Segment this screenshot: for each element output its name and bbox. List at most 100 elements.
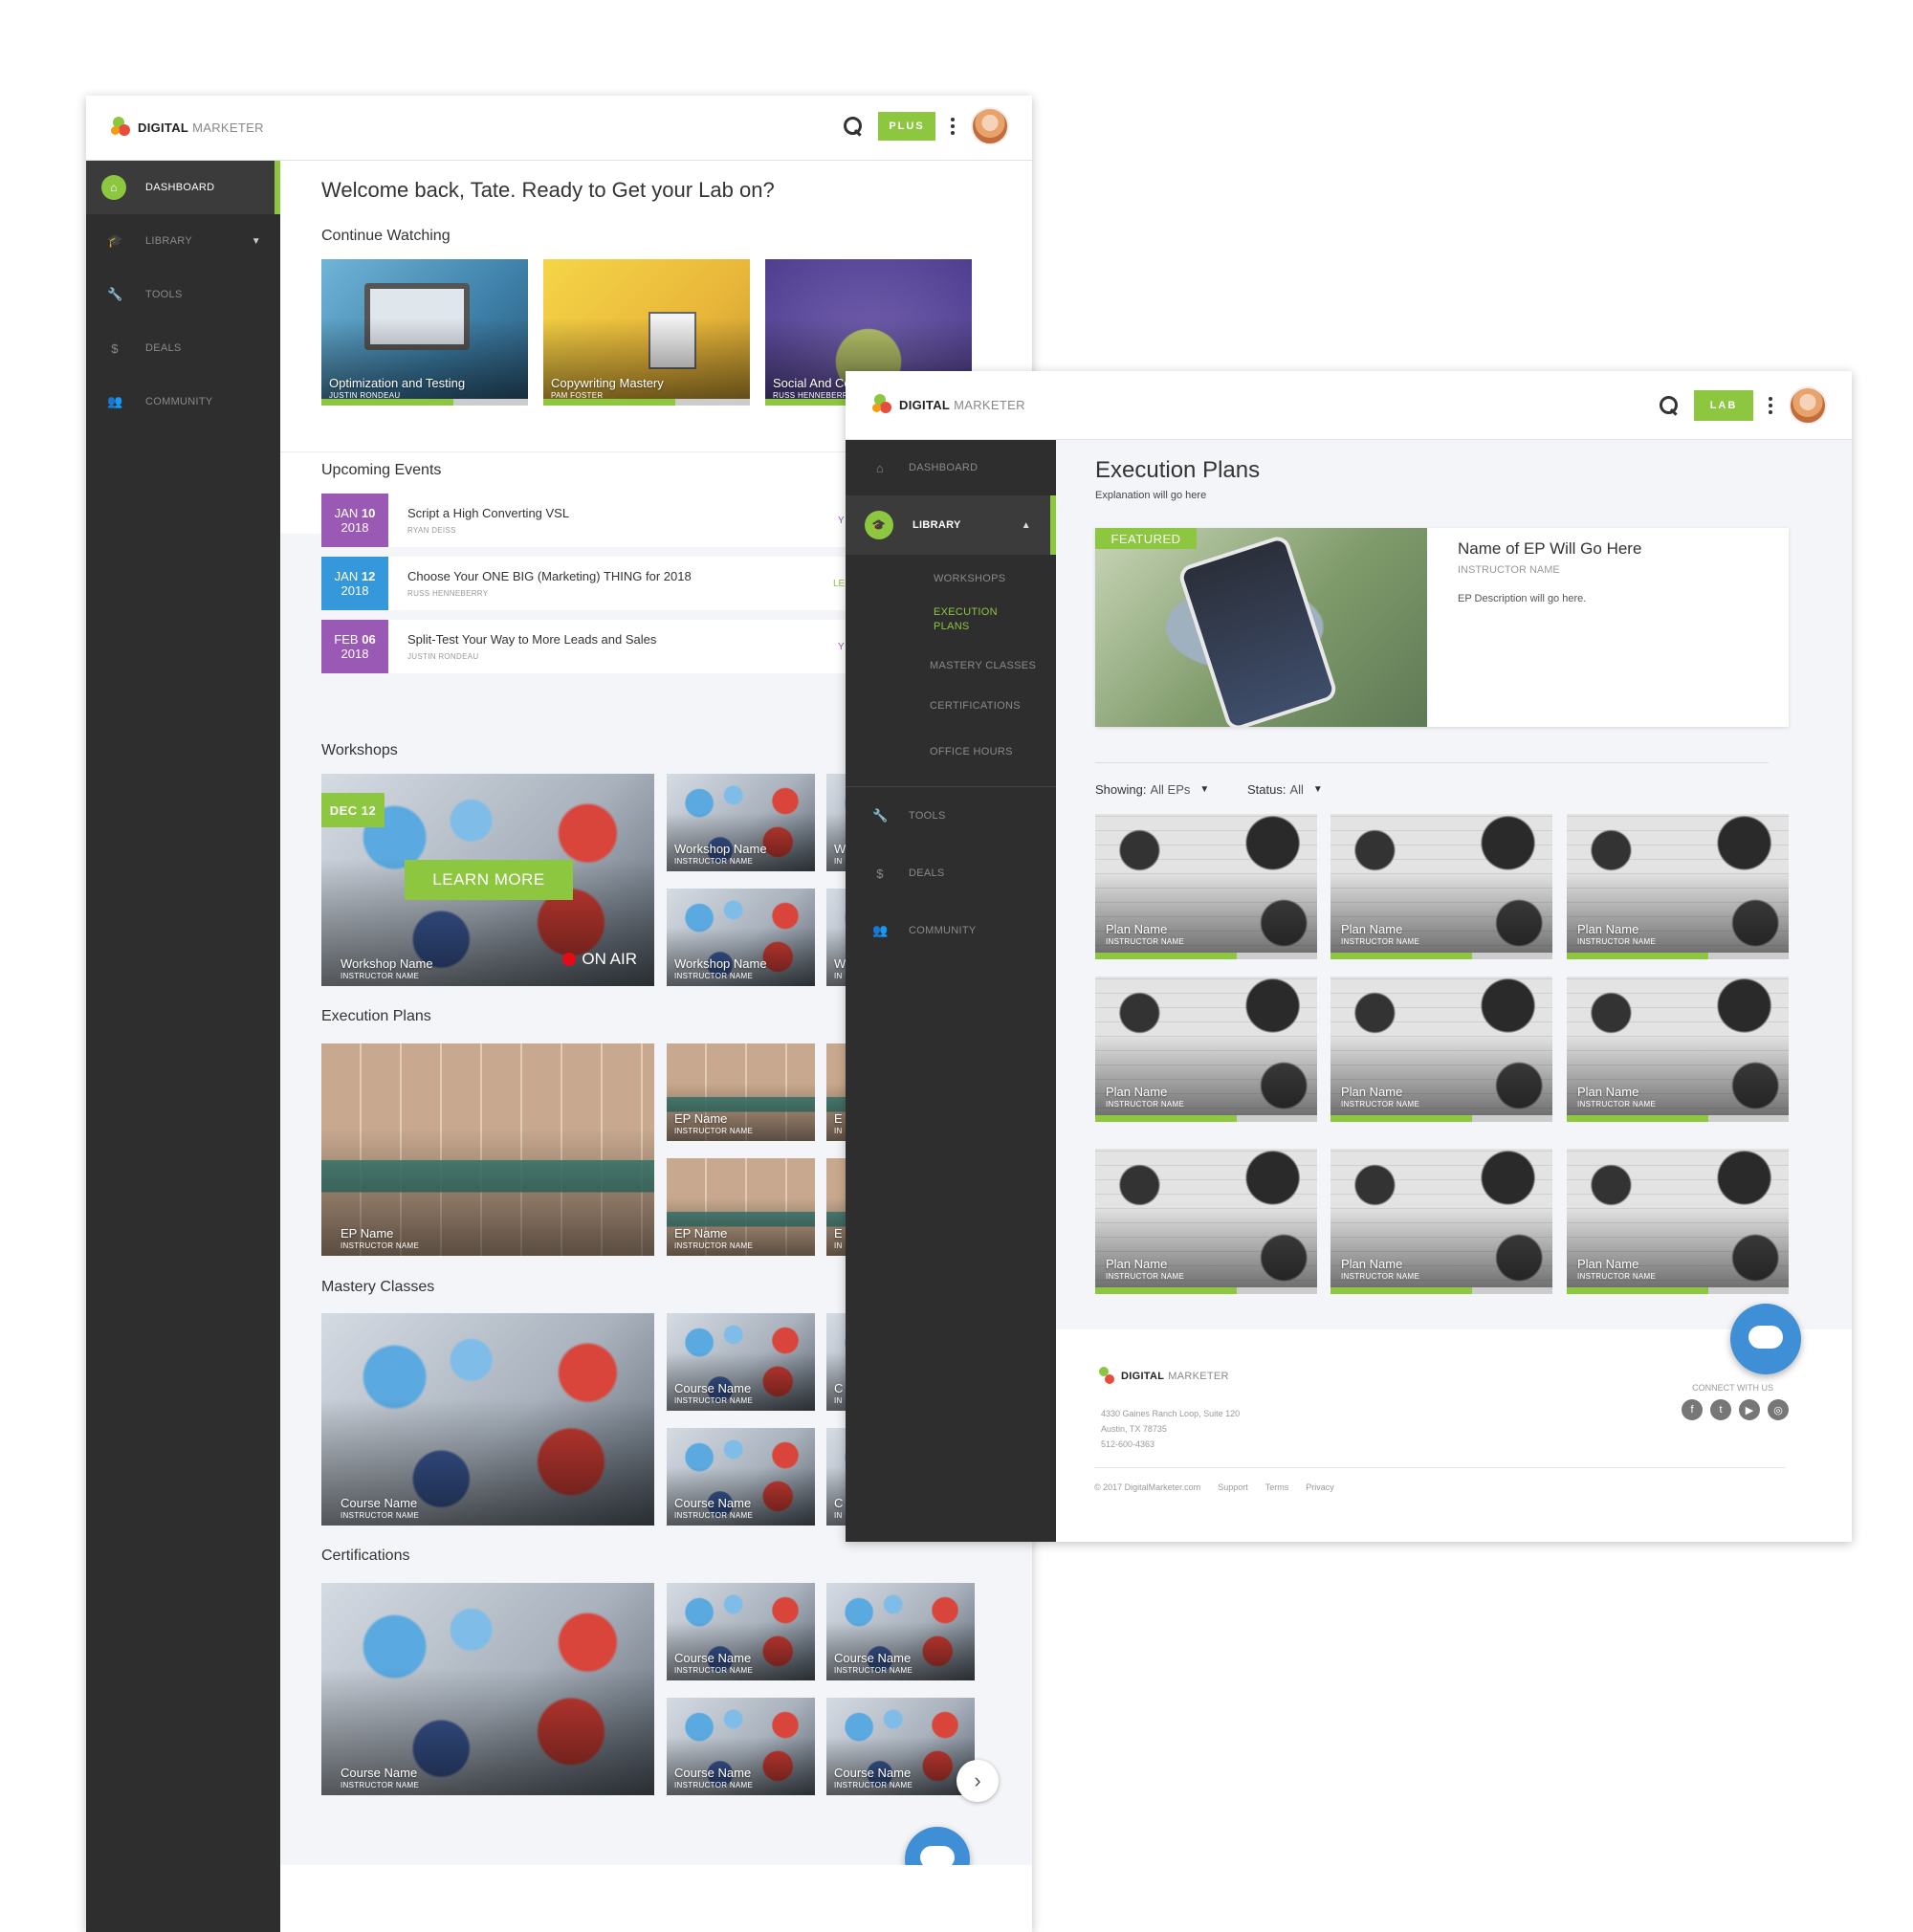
ep-feature-card[interactable]: EP Name INSTRUCTOR NAME xyxy=(321,1043,654,1256)
cert-feature-card[interactable]: Course Name INSTRUCTOR NAME xyxy=(321,1583,654,1795)
card-instructor: IN xyxy=(834,1241,843,1250)
digitalmarketer-logo[interactable]: DIGITAL MARKETER xyxy=(109,115,264,140)
footer-logo[interactable]: DIGITAL MARKETER xyxy=(1096,1366,1229,1387)
progress-bar xyxy=(1330,1115,1552,1122)
ep-card[interactable]: EP Name INSTRUCTOR NAME xyxy=(667,1158,815,1256)
card-instructor: INSTRUCTOR NAME xyxy=(1577,937,1657,946)
plan-card[interactable]: Plan Name INSTRUCTOR NAME xyxy=(1567,977,1789,1122)
support-link[interactable]: Support xyxy=(1218,1482,1248,1492)
continue-card[interactable]: Copywriting Mastery PAM FOSTER xyxy=(543,259,750,406)
ep-card[interactable]: EP Name INSTRUCTOR NAME xyxy=(667,1043,815,1141)
plan-card[interactable]: Plan Name INSTRUCTOR NAME xyxy=(1095,1149,1317,1294)
event-month: FEB xyxy=(334,632,359,647)
progress-bar xyxy=(1095,1115,1317,1122)
mastery-classes-title: Mastery Classes xyxy=(321,1279,435,1295)
card-title: Course Name xyxy=(674,1766,752,1780)
upcoming-events-title: Upcoming Events xyxy=(321,462,442,478)
more-menu-icon[interactable] xyxy=(951,118,956,135)
privacy-link[interactable]: Privacy xyxy=(1306,1482,1334,1492)
plan-card[interactable]: Plan Name INSTRUCTOR NAME xyxy=(1330,1149,1552,1294)
progress-bar xyxy=(1330,1287,1552,1294)
progress-bar xyxy=(1330,953,1552,959)
card-instructor: INSTRUCTOR NAME xyxy=(674,972,754,980)
learn-more-button[interactable]: LEARN MORE xyxy=(405,860,573,900)
sidebar-item-dashboard[interactable]: ⌂ DASHBOARD xyxy=(86,161,280,214)
chevron-down-icon: ▼ xyxy=(251,235,261,247)
event-day: 06 xyxy=(362,632,376,647)
card-title: Workshop Name xyxy=(674,956,767,971)
course-card[interactable]: Course Name INSTRUCTOR NAME xyxy=(667,1313,815,1411)
event-month: JAN xyxy=(334,569,359,583)
workshop-date-badge: DEC 12 xyxy=(321,793,385,827)
avatar[interactable] xyxy=(971,107,1009,145)
logo-text-light: MARKETER xyxy=(192,120,264,135)
card-instructor: INSTRUCTOR NAME xyxy=(341,972,420,980)
card-title: Copywriting Mastery xyxy=(551,376,664,390)
sidebar-item-label: DASHBOARD xyxy=(145,182,215,193)
card-instructor: INSTRUCTOR NAME xyxy=(674,857,754,866)
event-author: JUSTIN RONDEAU xyxy=(407,652,479,661)
sidebar-item-community[interactable]: 👥 COMMUNITY xyxy=(86,375,280,428)
sidebar-item-label: LIBRARY xyxy=(145,235,192,247)
workshop-card[interactable]: Workshop Name INSTRUCTOR NAME xyxy=(667,774,815,871)
progress-bar xyxy=(1567,1115,1789,1122)
footer-links: © 2017 DigitalMarketer.com Support Terms… xyxy=(1094,1482,1334,1492)
instagram-icon[interactable]: ◎ xyxy=(1768,1399,1789,1420)
plan-card[interactable]: Plan Name INSTRUCTOR NAME xyxy=(1330,814,1552,959)
chevron-right-icon[interactable]: › xyxy=(956,1760,999,1802)
logo-text-light: MARKETER xyxy=(1168,1371,1229,1382)
card-instructor: INSTRUCTOR NAME xyxy=(674,1127,754,1135)
copyright: © 2017 DigitalMarketer.com xyxy=(1094,1482,1201,1492)
twitter-icon[interactable]: t xyxy=(1710,1399,1731,1420)
plan-card[interactable]: Plan Name INSTRUCTOR NAME xyxy=(1095,977,1317,1122)
card-title: Plan Name xyxy=(1106,1257,1168,1271)
plus-badge[interactable]: PLUS xyxy=(878,112,935,141)
course-card[interactable]: Course Name INSTRUCTOR NAME xyxy=(826,1583,975,1680)
sidebar-item-label: TOOLS xyxy=(145,289,183,300)
course-card[interactable]: Course Name INSTRUCTOR NAME xyxy=(826,1698,975,1795)
sidebar-item-deals[interactable]: $ DEALS xyxy=(86,321,280,375)
top-header: DIGITAL MARKETER PLUS xyxy=(86,96,1032,161)
dollar-icon: $ xyxy=(111,340,119,356)
card-instructor: IN xyxy=(834,1127,843,1135)
course-card[interactable]: Course Name INSTRUCTOR NAME xyxy=(667,1583,815,1680)
course-card[interactable]: Course Name INSTRUCTOR NAME xyxy=(667,1698,815,1795)
event-tag: LE xyxy=(833,578,846,589)
mastery-feature-card[interactable]: Course Name INSTRUCTOR NAME xyxy=(321,1313,654,1526)
workshop-feature-card[interactable]: DEC 12 LEARN MORE Workshop Name INSTRUCT… xyxy=(321,774,654,986)
plan-card[interactable]: Plan Name INSTRUCTOR NAME xyxy=(1567,814,1789,959)
chat-bubble-icon[interactable] xyxy=(1730,1304,1801,1374)
facebook-icon[interactable]: f xyxy=(1682,1399,1703,1420)
event-day: 12 xyxy=(361,569,376,583)
workshop-card[interactable]: Workshop Name INSTRUCTOR NAME xyxy=(667,889,815,986)
plan-card[interactable]: Plan Name INSTRUCTOR NAME xyxy=(1567,1149,1789,1294)
youtube-icon[interactable]: ▶ xyxy=(1739,1399,1760,1420)
progress-bar xyxy=(321,399,528,406)
card-title: Optimization and Testing xyxy=(329,376,466,390)
continue-card[interactable]: Optimization and Testing JUSTIN RONDEAU xyxy=(321,259,528,406)
card-instructor: IN xyxy=(834,1511,843,1520)
card-title: EP Name xyxy=(674,1111,728,1126)
terms-link[interactable]: Terms xyxy=(1265,1482,1289,1492)
card-instructor: INSTRUCTOR NAME xyxy=(674,1241,754,1250)
card-instructor: IN xyxy=(834,972,843,980)
event-month: JAN xyxy=(334,506,359,520)
card-title: EP Name xyxy=(674,1226,728,1240)
logo-text-bold: DIGITAL xyxy=(138,120,189,135)
card-title: Workshop Name xyxy=(341,956,433,971)
execution-plans-title: Execution Plans xyxy=(321,1008,431,1024)
search-icon[interactable] xyxy=(844,117,863,136)
sidebar-item-library[interactable]: 🎓 LIBRARY ▼ xyxy=(86,214,280,268)
card-title: Course Name xyxy=(674,1381,752,1395)
card-instructor: INSTRUCTOR NAME xyxy=(674,1396,754,1405)
plan-card[interactable]: Plan Name INSTRUCTOR NAME xyxy=(1330,977,1552,1122)
card-instructor: IN xyxy=(834,857,843,866)
card-title: Course Name xyxy=(834,1651,912,1665)
logo-flower-icon xyxy=(1096,1366,1117,1387)
event-year: 2018 xyxy=(341,647,369,661)
sidebar-item-label: DEALS xyxy=(145,342,182,354)
plan-card[interactable]: Plan Name INSTRUCTOR NAME xyxy=(1095,814,1317,959)
course-card[interactable]: Course Name INSTRUCTOR NAME xyxy=(667,1428,815,1526)
event-author: RUSS HENNEBERRY xyxy=(407,589,489,598)
sidebar-item-tools[interactable]: 🔧 TOOLS xyxy=(86,268,280,321)
